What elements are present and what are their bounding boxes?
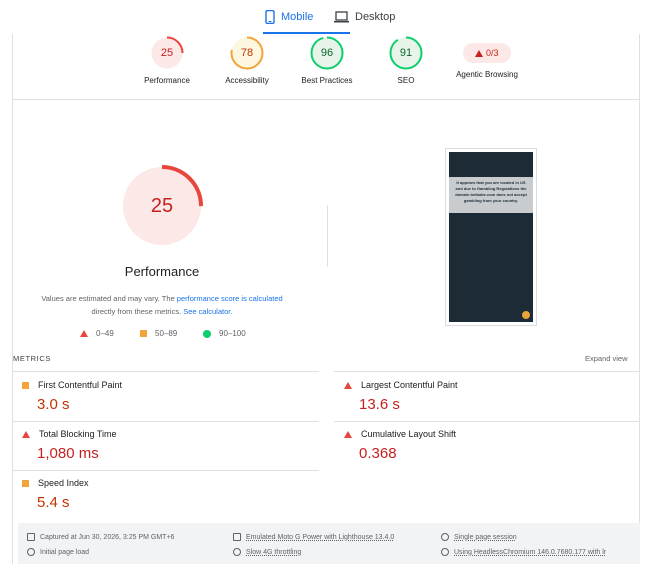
calendar-icon <box>27 533 35 541</box>
triangle-icon <box>80 330 88 337</box>
performance-big-gauge[interactable]: 25 <box>121 165 203 247</box>
legend-fail-range: 0–49 <box>96 329 114 338</box>
chrome-icon <box>441 548 449 556</box>
triangle-icon <box>22 430 30 438</box>
emulated-device-text: Emulated Moto G Power with Lighthouse 13… <box>246 533 395 541</box>
timer-icon <box>27 548 35 556</box>
legend-fail: 0–49 <box>80 329 114 338</box>
metric-cls-value: 0.368 <box>359 445 397 462</box>
network-throttling-text: Slow 4G throttling <box>246 548 302 556</box>
gauge-performance-label: Performance <box>144 76 190 85</box>
gauge-agentic-browsing[interactable]: 0/3 Agentic Browsing <box>442 36 532 79</box>
gauge-seo[interactable]: 91 SEO <box>361 36 451 85</box>
browser-version[interactable]: Using HeadlessChromium 146.0.7680.177 wi… <box>441 548 606 556</box>
gauge-best-practices-score: 96 <box>320 47 334 59</box>
legend-pass: 90–100 <box>203 329 246 338</box>
initial-page-load-text: Initial page load <box>40 548 90 556</box>
triangle-icon <box>344 381 352 389</box>
gauge-best-practices[interactable]: 96 Best Practices <box>282 36 372 85</box>
metric-tbt[interactable]: Total Blocking Time 1,080 ms <box>22 429 117 462</box>
performance-big-score: 25 <box>150 195 174 217</box>
devices-icon <box>233 533 241 541</box>
single-page-session-text: Single page session <box>454 533 517 541</box>
initial-page-load: Initial page load <box>27 548 89 556</box>
divider-top <box>13 99 640 100</box>
performance-title: Performance <box>124 264 200 279</box>
triangle-icon <box>344 430 352 438</box>
wifi-icon <box>233 548 241 556</box>
metric-tbt-value: 1,080 ms <box>37 445 99 462</box>
device-tabs: Mobile Desktop <box>0 0 654 34</box>
agentic-label: Agentic Browsing <box>456 70 518 79</box>
gauge-accessibility-label: Accessibility <box>225 76 269 85</box>
page-screenshot[interactable]: It appears that you are located in US an… <box>445 148 537 326</box>
expand-view-button[interactable]: Expand view <box>585 354 628 363</box>
browser-version-text: Using HeadlessChromium 146.0.7680.177 wi… <box>454 548 607 556</box>
square-icon <box>140 330 147 337</box>
see-calculator-link[interactable]: See calculator. <box>183 307 232 316</box>
metric-fcp-name: First Contentful Paint <box>38 380 123 390</box>
performance-score-link[interactable]: performance score is calculated <box>177 294 283 303</box>
gauge-seo-label: SEO <box>397 76 415 85</box>
runtime-settings: Captured at Jun 30, 2026, 3:25 PM GMT+6 … <box>18 523 640 564</box>
emulated-device[interactable]: Emulated Moto G Power with Lighthouse 13… <box>233 533 394 541</box>
metric-speed-index[interactable]: Speed Index 5.4 s <box>22 478 89 511</box>
geo-block-message: It appears that you are located in US an… <box>449 177 533 213</box>
gauge-accessibility-score: 78 <box>240 47 254 59</box>
metrics-divider-left-2 <box>13 421 319 422</box>
disclaimer-text-2: directly from these metrics. <box>91 307 184 316</box>
metric-lcp-value: 13.6 s <box>359 396 400 413</box>
metrics-divider-left-1 <box>13 371 319 372</box>
legend-average: 50–89 <box>140 329 177 338</box>
legend-average-range: 50–89 <box>155 329 178 338</box>
metric-fcp[interactable]: First Contentful Paint 3.0 s <box>22 380 122 413</box>
chat-icon <box>522 311 530 319</box>
circle-icon <box>203 329 211 338</box>
gauge-accessibility[interactable]: 78 Accessibility <box>202 36 292 85</box>
divider-vertical <box>327 205 328 267</box>
tab-mobile-label: Mobile <box>281 11 314 23</box>
metric-cls-name: Cumulative Layout Shift <box>361 429 457 439</box>
metric-si-value: 5.4 s <box>37 494 70 511</box>
square-icon <box>22 381 29 389</box>
network-throttling[interactable]: Slow 4G throttling <box>233 548 301 556</box>
metric-lcp[interactable]: Largest Contentful Paint 13.6 s <box>344 380 458 413</box>
disclaimer: Values are estimated and may vary. The p… <box>28 292 296 318</box>
metric-cls[interactable]: Cumulative Layout Shift 0.368 <box>344 429 456 462</box>
gauge-performance[interactable]: 25 Performance <box>122 36 212 85</box>
single-page-session[interactable]: Single page session <box>441 533 517 541</box>
triangle-icon <box>475 50 484 57</box>
metrics-title: METRICS <box>13 354 51 363</box>
metrics-divider-right-2 <box>334 421 640 422</box>
agentic-pill: 0/3 <box>463 43 511 63</box>
square-icon <box>22 479 29 487</box>
gauge-performance-score: 25 <box>160 47 174 59</box>
screenshot-content: It appears that you are located in US an… <box>449 152 533 322</box>
tab-desktop-label: Desktop <box>355 11 396 23</box>
tab-desktop[interactable]: Desktop <box>334 8 395 34</box>
metric-si-name: Speed Index <box>38 478 89 488</box>
laptop-icon <box>334 11 349 23</box>
legend-pass-range: 90–100 <box>219 329 246 338</box>
phone-icon <box>265 10 275 24</box>
captured-at-text: Captured at Jun 30, 2026, 3:25 PM GMT+6 <box>40 533 175 541</box>
captured-at: Captured at Jun 30, 2026, 3:25 PM GMT+6 <box>27 533 174 541</box>
agentic-value: 0/3 <box>486 48 499 58</box>
metrics-divider-right-1 <box>334 371 640 372</box>
metrics-divider-left-3 <box>13 470 319 471</box>
gauge-seo-score: 91 <box>399 47 413 59</box>
gauge-best-practices-label: Best Practices <box>301 76 353 85</box>
metric-fcp-value: 3.0 s <box>37 396 70 413</box>
metric-tbt-name: Total Blocking Time <box>39 429 117 439</box>
person-icon <box>441 533 449 541</box>
metric-lcp-name: Largest Contentful Paint <box>361 380 458 390</box>
disclaimer-text-1: Values are estimated and may vary. The <box>41 294 177 303</box>
